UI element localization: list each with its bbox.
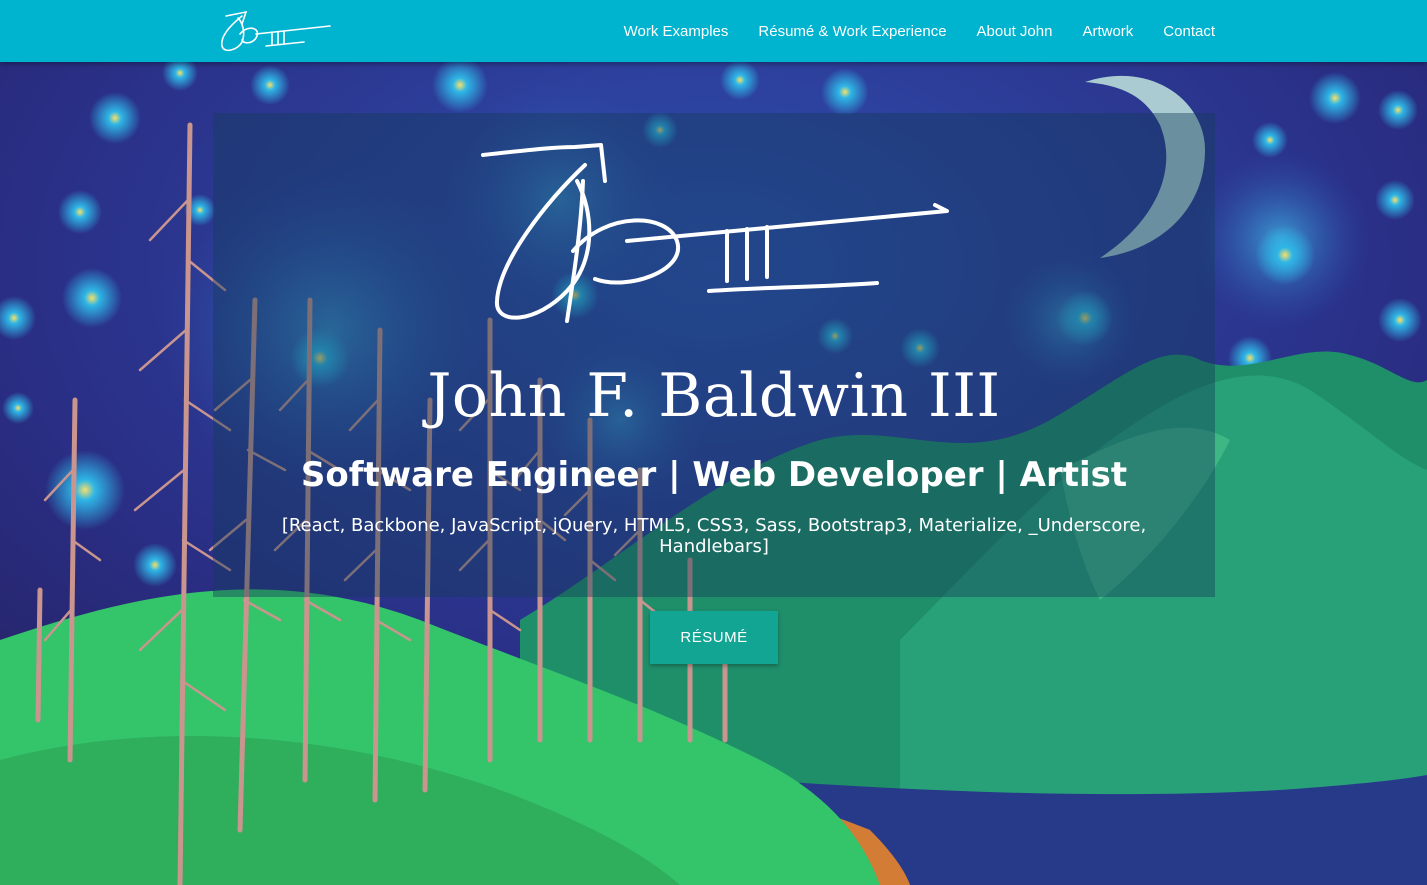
signature-logo-icon[interactable] (212, 6, 334, 58)
nav-links: Work Examples Résumé & Work Experience A… (594, 0, 1215, 62)
nav-link-resume[interactable]: Résumé & Work Experience (758, 23, 946, 40)
signature-icon (477, 141, 957, 331)
resume-button[interactable]: RÉSUMÉ (650, 611, 778, 664)
hero-subtitle: Software Engineer | Web Developer | Arti… (300, 455, 1128, 495)
nav-link-about[interactable]: About John (977, 23, 1053, 40)
nav-link-contact[interactable]: Contact (1163, 23, 1215, 40)
hero-card: John F. Baldwin III Software Engineer | … (213, 113, 1215, 597)
hero-name: John F. Baldwin III (427, 361, 1001, 431)
navbar: Work Examples Résumé & Work Experience A… (0, 0, 1427, 62)
nav-link-artwork[interactable]: Artwork (1082, 23, 1133, 40)
hero-skills: [React, Backbone, JavaScript, jQuery, HT… (281, 515, 1147, 557)
nav-link-work-examples[interactable]: Work Examples (624, 23, 729, 40)
